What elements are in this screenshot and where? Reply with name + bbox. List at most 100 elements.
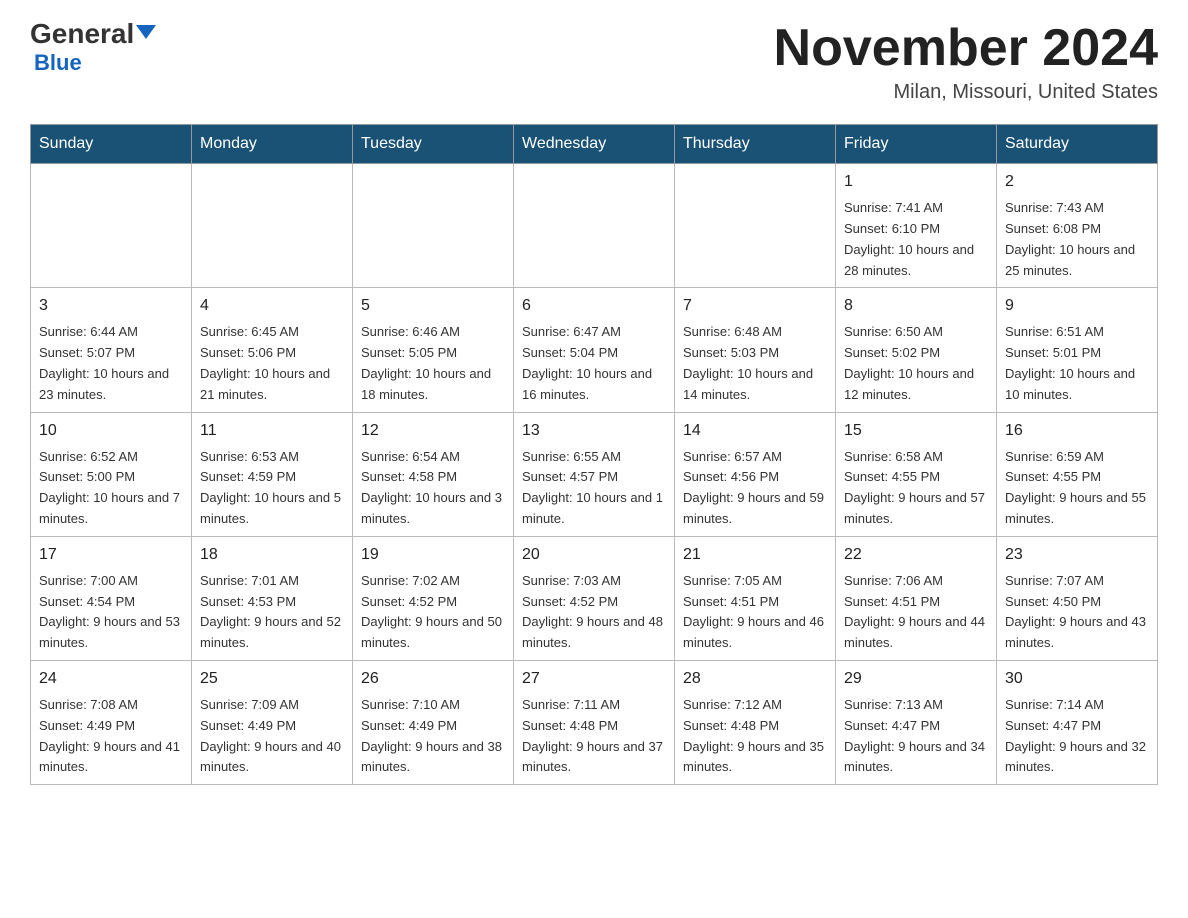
day-info: Sunrise: 7:02 AM Sunset: 4:52 PM Dayligh… bbox=[361, 571, 505, 654]
day-number: 22 bbox=[844, 543, 988, 567]
calendar-cell bbox=[353, 164, 514, 288]
day-number: 24 bbox=[39, 667, 183, 691]
calendar-cell: 30 Sunrise: 7:14 AM Sunset: 4:47 PM Dayli… bbox=[997, 660, 1158, 784]
calendar-cell: 2 Sunrise: 7:43 AM Sunset: 6:08 PM Daylig… bbox=[997, 164, 1158, 288]
day-info: Sunrise: 6:45 AM Sunset: 5:06 PM Dayligh… bbox=[200, 322, 344, 405]
calendar-cell: 14 Sunrise: 6:57 AM Sunset: 4:56 PM Dayli… bbox=[675, 412, 836, 536]
day-info: Sunrise: 6:59 AM Sunset: 4:55 PM Dayligh… bbox=[1005, 447, 1149, 530]
calendar-cell: 11Sunrise: 6:53 AM Sunset: 4:59 PM Dayli… bbox=[192, 412, 353, 536]
calendar-cell: 21Sunrise: 7:05 AM Sunset: 4:51 PM Dayli… bbox=[675, 536, 836, 660]
calendar-cell: 20 Sunrise: 7:03 AM Sunset: 4:52 PM Dayli… bbox=[514, 536, 675, 660]
calendar-cell: 10 Sunrise: 6:52 AM Sunset: 5:00 PM Dayli… bbox=[31, 412, 192, 536]
logo-triangle-icon bbox=[136, 25, 156, 39]
day-info: Sunrise: 6:44 AM Sunset: 5:07 PM Dayligh… bbox=[39, 322, 183, 405]
calendar-week-row: 17Sunrise: 7:00 AM Sunset: 4:54 PM Dayli… bbox=[31, 536, 1158, 660]
day-number: 20 bbox=[522, 543, 666, 567]
calendar-cell: 22 Sunrise: 7:06 AM Sunset: 4:51 PM Dayli… bbox=[836, 536, 997, 660]
calendar-header-tuesday: Tuesday bbox=[353, 125, 514, 164]
calendar-cell: 29Sunrise: 7:13 AM Sunset: 4:47 PM Dayli… bbox=[836, 660, 997, 784]
calendar-cell bbox=[31, 164, 192, 288]
day-number: 18 bbox=[200, 543, 344, 567]
day-number: 29 bbox=[844, 667, 988, 691]
calendar-week-row: 1 Sunrise: 7:41 AM Sunset: 6:10 PM Daylig… bbox=[31, 164, 1158, 288]
day-info: Sunrise: 7:00 AM Sunset: 4:54 PM Dayligh… bbox=[39, 571, 183, 654]
calendar-cell bbox=[514, 164, 675, 288]
day-number: 27 bbox=[522, 667, 666, 691]
calendar-week-row: 24 Sunrise: 7:08 AM Sunset: 4:49 PM Dayli… bbox=[31, 660, 1158, 784]
day-info: Sunrise: 7:12 AM Sunset: 4:48 PM Dayligh… bbox=[683, 695, 827, 778]
day-number: 16 bbox=[1005, 419, 1149, 443]
day-info: Sunrise: 6:53 AM Sunset: 4:59 PM Dayligh… bbox=[200, 447, 344, 530]
day-number: 4 bbox=[200, 294, 344, 318]
calendar-week-row: 10 Sunrise: 6:52 AM Sunset: 5:00 PM Dayli… bbox=[31, 412, 1158, 536]
day-info: Sunrise: 7:10 AM Sunset: 4:49 PM Dayligh… bbox=[361, 695, 505, 778]
calendar-cell bbox=[192, 164, 353, 288]
day-info: Sunrise: 6:52 AM Sunset: 5:00 PM Dayligh… bbox=[39, 447, 183, 530]
calendar-cell: 16 Sunrise: 6:59 AM Sunset: 4:55 PM Dayli… bbox=[997, 412, 1158, 536]
day-info: Sunrise: 7:43 AM Sunset: 6:08 PM Dayligh… bbox=[1005, 198, 1149, 281]
calendar-cell: 5Sunrise: 6:46 AM Sunset: 5:05 PM Daylig… bbox=[353, 288, 514, 412]
calendar-cell: 4 Sunrise: 6:45 AM Sunset: 5:06 PM Daylig… bbox=[192, 288, 353, 412]
calendar-cell: 12 Sunrise: 6:54 AM Sunset: 4:58 PM Dayli… bbox=[353, 412, 514, 536]
day-number: 14 bbox=[683, 419, 827, 443]
calendar-cell: 1 Sunrise: 7:41 AM Sunset: 6:10 PM Daylig… bbox=[836, 164, 997, 288]
calendar-header-friday: Friday bbox=[836, 125, 997, 164]
location-text: Milan, Missouri, United States bbox=[774, 81, 1158, 104]
calendar-header-sunday: Sunday bbox=[31, 125, 192, 164]
day-number: 13 bbox=[522, 419, 666, 443]
day-number: 9 bbox=[1005, 294, 1149, 318]
logo-general: General bbox=[30, 20, 156, 48]
calendar-header-saturday: Saturday bbox=[997, 125, 1158, 164]
calendar-header-row: SundayMondayTuesdayWednesdayThursdayFrid… bbox=[31, 125, 1158, 164]
day-info: Sunrise: 6:58 AM Sunset: 4:55 PM Dayligh… bbox=[844, 447, 988, 530]
calendar-cell: 3Sunrise: 6:44 AM Sunset: 5:07 PM Daylig… bbox=[31, 288, 192, 412]
calendar-cell: 28Sunrise: 7:12 AM Sunset: 4:48 PM Dayli… bbox=[675, 660, 836, 784]
calendar-header-thursday: Thursday bbox=[675, 125, 836, 164]
calendar-cell bbox=[675, 164, 836, 288]
day-number: 7 bbox=[683, 294, 827, 318]
calendar-cell: 27 Sunrise: 7:11 AM Sunset: 4:48 PM Dayli… bbox=[514, 660, 675, 784]
logo-blue-text: Blue bbox=[34, 50, 82, 76]
month-title: November 2024 bbox=[774, 20, 1158, 77]
day-info: Sunrise: 7:08 AM Sunset: 4:49 PM Dayligh… bbox=[39, 695, 183, 778]
day-number: 30 bbox=[1005, 667, 1149, 691]
day-number: 21 bbox=[683, 543, 827, 567]
day-info: Sunrise: 7:07 AM Sunset: 4:50 PM Dayligh… bbox=[1005, 571, 1149, 654]
calendar-cell: 7Sunrise: 6:48 AM Sunset: 5:03 PM Daylig… bbox=[675, 288, 836, 412]
day-number: 23 bbox=[1005, 543, 1149, 567]
day-info: Sunrise: 6:55 AM Sunset: 4:57 PM Dayligh… bbox=[522, 447, 666, 530]
day-number: 1 bbox=[844, 170, 988, 194]
day-number: 15 bbox=[844, 419, 988, 443]
day-info: Sunrise: 6:46 AM Sunset: 5:05 PM Dayligh… bbox=[361, 322, 505, 405]
calendar-cell: 25Sunrise: 7:09 AM Sunset: 4:49 PM Dayli… bbox=[192, 660, 353, 784]
calendar-week-row: 3Sunrise: 6:44 AM Sunset: 5:07 PM Daylig… bbox=[31, 288, 1158, 412]
calendar-header-monday: Monday bbox=[192, 125, 353, 164]
day-info: Sunrise: 7:03 AM Sunset: 4:52 PM Dayligh… bbox=[522, 571, 666, 654]
day-number: 12 bbox=[361, 419, 505, 443]
day-info: Sunrise: 7:11 AM Sunset: 4:48 PM Dayligh… bbox=[522, 695, 666, 778]
day-number: 10 bbox=[39, 419, 183, 443]
day-info: Sunrise: 6:54 AM Sunset: 4:58 PM Dayligh… bbox=[361, 447, 505, 530]
day-number: 25 bbox=[200, 667, 344, 691]
calendar-cell: 23 Sunrise: 7:07 AM Sunset: 4:50 PM Dayli… bbox=[997, 536, 1158, 660]
calendar-cell: 18Sunrise: 7:01 AM Sunset: 4:53 PM Dayli… bbox=[192, 536, 353, 660]
day-info: Sunrise: 7:06 AM Sunset: 4:51 PM Dayligh… bbox=[844, 571, 988, 654]
day-number: 2 bbox=[1005, 170, 1149, 194]
day-number: 26 bbox=[361, 667, 505, 691]
calendar-cell: 24 Sunrise: 7:08 AM Sunset: 4:49 PM Dayli… bbox=[31, 660, 192, 784]
calendar-cell: 8Sunrise: 6:50 AM Sunset: 5:02 PM Daylig… bbox=[836, 288, 997, 412]
logo: General Blue bbox=[30, 20, 156, 76]
calendar-cell: 15 Sunrise: 6:58 AM Sunset: 4:55 PM Dayli… bbox=[836, 412, 997, 536]
calendar-cell: 6 Sunrise: 6:47 AM Sunset: 5:04 PM Daylig… bbox=[514, 288, 675, 412]
day-info: Sunrise: 6:47 AM Sunset: 5:04 PM Dayligh… bbox=[522, 322, 666, 405]
page-header: General Blue November 2024 Milan, Missou… bbox=[30, 20, 1158, 104]
day-info: Sunrise: 7:14 AM Sunset: 4:47 PM Dayligh… bbox=[1005, 695, 1149, 778]
calendar-cell: 26 Sunrise: 7:10 AM Sunset: 4:49 PM Dayli… bbox=[353, 660, 514, 784]
calendar-table: SundayMondayTuesdayWednesdayThursdayFrid… bbox=[30, 124, 1158, 785]
calendar-header-wednesday: Wednesday bbox=[514, 125, 675, 164]
day-number: 6 bbox=[522, 294, 666, 318]
day-info: Sunrise: 6:57 AM Sunset: 4:56 PM Dayligh… bbox=[683, 447, 827, 530]
day-info: Sunrise: 7:41 AM Sunset: 6:10 PM Dayligh… bbox=[844, 198, 988, 281]
title-section: November 2024 Milan, Missouri, United St… bbox=[774, 20, 1158, 104]
calendar-cell: 13 Sunrise: 6:55 AM Sunset: 4:57 PM Dayli… bbox=[514, 412, 675, 536]
